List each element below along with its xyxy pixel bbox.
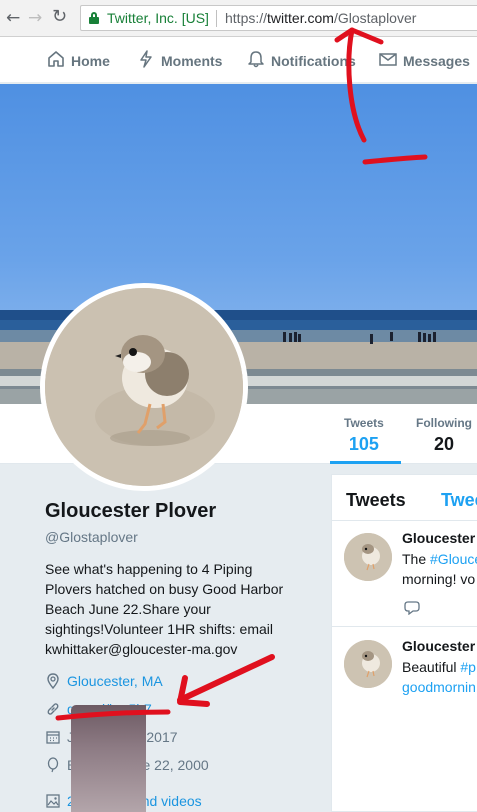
- home-icon: [48, 51, 64, 67]
- nav-messages-label: Messages: [403, 53, 470, 69]
- back-arrow-icon[interactable]: ←: [6, 8, 20, 28]
- browser-toolbar: ← → ↻ Twitter, Inc. [US] https://twitter…: [0, 0, 477, 37]
- stat-tweets-value: 105: [348, 434, 379, 454]
- tab-tweets[interactable]: Tweets: [346, 490, 406, 511]
- bio-line: See what's happening to 4 Piping: [45, 561, 253, 577]
- lock-icon: [89, 12, 99, 24]
- avatar[interactable]: [45, 288, 243, 486]
- twitter-top-nav: Home Moments Notifications Messages: [0, 37, 477, 83]
- tweet-text-line2: morning! vo: [402, 571, 476, 587]
- address-bar[interactable]: Twitter, Inc. [US] https://twitter.com/G…: [80, 5, 477, 31]
- bio-line: Plovers hatched on busy Good Harbor: [45, 581, 284, 597]
- stat-tweets[interactable]: Tweets 105: [344, 416, 384, 455]
- nav-notifications-label: Notifications: [271, 53, 356, 69]
- profile-name[interactable]: Gloucester Plover: [45, 500, 216, 523]
- tweet-media-image[interactable]: [71, 705, 146, 812]
- link-icon: [47, 703, 59, 715]
- tweet-item[interactable]: Gloucester Beautiful #p goodmornin: [332, 628, 477, 811]
- annotation-arrow-shaft: [177, 654, 275, 703]
- balloon-icon: [47, 757, 59, 773]
- hashtag-link[interactable]: goodmornin: [402, 677, 476, 697]
- tweet-text-prefix: The: [402, 551, 431, 567]
- tweet-avatar[interactable]: [344, 640, 392, 688]
- plover-chick-photo: [45, 288, 243, 486]
- tweet-author[interactable]: Gloucester: [402, 530, 475, 546]
- tweet-author[interactable]: Gloucester: [402, 638, 475, 654]
- stat-following[interactable]: Following 20: [416, 416, 472, 455]
- image-icon: [46, 794, 60, 808]
- active-tab-indicator: [330, 461, 401, 464]
- tweet-text: The #Glouce: [402, 549, 477, 569]
- tab-tweets-replies[interactable]: Twee: [441, 490, 477, 511]
- lightning-icon: [140, 50, 152, 68]
- calendar-icon: [46, 731, 60, 744]
- stat-following-value: 20: [433, 434, 455, 454]
- url-text[interactable]: https://twitter.com/Glostaplover: [225, 10, 416, 26]
- tweet-text: Beautiful #p: [402, 657, 476, 677]
- forward-arrow-icon[interactable]: →: [28, 8, 42, 28]
- reply-icon[interactable]: [404, 601, 420, 615]
- hashtag-link[interactable]: #p: [460, 659, 476, 675]
- bell-icon: [248, 51, 264, 68]
- tweet-text-prefix: Beautiful: [402, 659, 461, 675]
- tweet-avatar[interactable]: [344, 533, 392, 581]
- location-link[interactable]: Gloucester, MA: [67, 673, 163, 689]
- stat-tweets-label: Tweets: [344, 416, 384, 430]
- divider: [216, 10, 217, 27]
- annotation-arrowhead: [177, 675, 210, 707]
- bio-line: Beach June 22.Share your: [45, 601, 211, 617]
- bio-line: sightings!Volunteer 1HR shifts: email: [45, 621, 273, 637]
- security-label: Twitter, Inc. [US]: [107, 10, 209, 26]
- stat-following-label: Following: [416, 416, 472, 430]
- nav-home-label: Home: [71, 53, 110, 69]
- timeline-header: Tweets Twee: [332, 475, 477, 521]
- url-scheme: https://: [225, 10, 268, 26]
- profile-bio: See what's happening to 4 Piping Plovers…: [45, 559, 315, 659]
- map-pin-icon: [47, 673, 59, 689]
- reload-icon[interactable]: ↻: [52, 6, 67, 27]
- tweet-item[interactable]: Gloucester The #Glouce morning! vo: [332, 521, 477, 627]
- url-path: /Glostaplover: [333, 10, 417, 26]
- bio-line: kwhittaker@gloucester-ma.gov: [45, 641, 238, 657]
- profile-handle[interactable]: @Glostaplover: [45, 529, 138, 545]
- hashtag-link[interactable]: #Glouce: [430, 551, 477, 567]
- nav-moments-label: Moments: [161, 53, 223, 69]
- envelope-icon: [379, 53, 397, 66]
- tweets-timeline: Tweets Twee Gloucester The #Glouce morni…: [331, 474, 477, 812]
- url-host: twitter.com: [267, 10, 334, 26]
